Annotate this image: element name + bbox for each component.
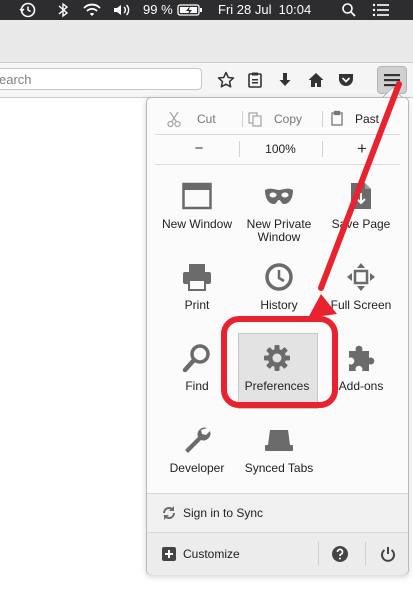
- cut-icon: [167, 105, 181, 133]
- macos-menubar: 99 % Fri 28 Jul 10:04: [0, 0, 413, 20]
- pocket-icon[interactable]: [335, 69, 357, 91]
- battery-percentage: 99 %: [143, 2, 173, 17]
- divider: [322, 141, 323, 157]
- new-private-window-button[interactable]: New Private Window: [237, 172, 321, 248]
- history-label: History: [260, 298, 298, 312]
- full-screen-button[interactable]: Full Screen: [319, 253, 403, 329]
- save-page-icon: [319, 179, 403, 213]
- zoom-out-button[interactable]: −: [189, 135, 209, 163]
- paste-icon: [330, 105, 344, 133]
- help-icon[interactable]: [332, 546, 348, 567]
- new-private-window-label-line2: Window: [257, 230, 301, 244]
- volume-icon[interactable]: [112, 2, 132, 18]
- search-icon[interactable]: [341, 2, 357, 18]
- paste-button[interactable]: Past: [355, 105, 379, 133]
- menu-list-icon[interactable]: [372, 2, 390, 18]
- bookmark-star-icon[interactable]: [215, 69, 237, 91]
- time-machine-icon[interactable]: [19, 2, 37, 18]
- zoom-reset-button[interactable]: 100%: [244, 135, 317, 163]
- private-mask-icon: [237, 179, 321, 213]
- quit-power-icon[interactable]: [380, 546, 396, 567]
- battery-icon[interactable]: [177, 2, 203, 18]
- save-page-button[interactable]: Save Page: [319, 172, 403, 248]
- reading-list-icon[interactable]: [244, 69, 266, 91]
- developer-button[interactable]: Developer: [155, 416, 239, 492]
- new-private-window-label: New Private Window: [237, 218, 321, 244]
- home-icon[interactable]: [305, 69, 327, 91]
- full-screen-label: Full Screen: [330, 298, 392, 312]
- full-screen-icon: [319, 260, 403, 294]
- customize-label: Customize: [183, 547, 240, 561]
- new-window-button[interactable]: New Window: [155, 172, 239, 248]
- sign-in-to-sync-button[interactable]: Sign in to Sync: [147, 493, 408, 532]
- sync-icon: [161, 505, 177, 526]
- divider: [365, 542, 366, 566]
- customize-button[interactable]: Customize: [147, 533, 317, 575]
- search-input[interactable]: earch: [0, 68, 202, 90]
- copy-button[interactable]: Copy: [274, 105, 302, 133]
- printer-icon: [155, 260, 239, 294]
- print-button[interactable]: Print: [155, 253, 239, 329]
- new-window-label: New Window: [161, 217, 233, 231]
- wifi-icon[interactable]: [82, 2, 102, 18]
- clock-icon: [237, 260, 321, 294]
- save-page-label: Save Page: [331, 217, 391, 231]
- window-icon: [155, 179, 239, 213]
- highlight-ring-annotation: [221, 316, 338, 408]
- tab-strip: [0, 20, 413, 63]
- divider: [239, 141, 240, 157]
- synced-tabs-icon: [237, 423, 321, 457]
- cut-button[interactable]: Cut: [197, 105, 216, 133]
- zoom-in-button[interactable]: +: [352, 135, 372, 163]
- divider: [322, 111, 323, 127]
- divider: [318, 542, 319, 566]
- edit-controls-row: Cut Copy Past: [147, 105, 408, 133]
- synced-tabs-button[interactable]: Synced Tabs: [237, 416, 321, 492]
- divider: [242, 111, 243, 127]
- browser-toolbar: earch: [0, 63, 413, 98]
- panel-footer: Customize: [147, 532, 408, 575]
- zoom-controls-row: − 100% +: [147, 135, 408, 163]
- copy-icon: [247, 105, 263, 133]
- wrench-icon: [155, 423, 239, 457]
- divider: [155, 164, 400, 165]
- plus-box-icon: [162, 547, 176, 566]
- menubar-clock[interactable]: Fri 28 Jul 10:04: [218, 2, 311, 18]
- sign-in-to-sync-label: Sign in to Sync: [183, 506, 264, 520]
- synced-tabs-label: Synced Tabs: [244, 461, 314, 475]
- print-label: Print: [184, 298, 210, 312]
- downloads-icon[interactable]: [274, 69, 296, 91]
- bluetooth-icon[interactable]: [57, 2, 69, 18]
- developer-label: Developer: [169, 461, 225, 475]
